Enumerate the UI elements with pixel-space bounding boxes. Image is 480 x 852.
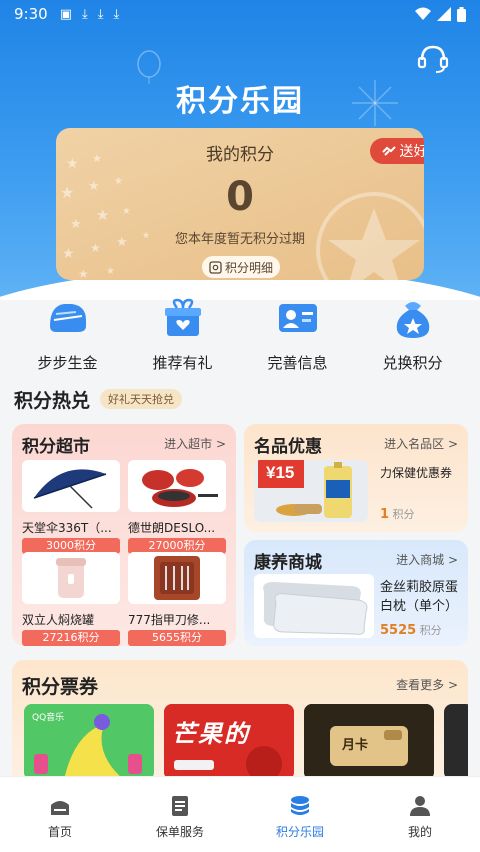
id-card-icon (278, 304, 317, 332)
health-points-value: 5525 (380, 623, 417, 638)
sneaker-icon (49, 304, 86, 332)
points-card: ★ ★ ★ ★ ★ ★ ★ ★ ★ ★ ★ ★ ★ ★ 我的积分 0 您本年度暂无积分过期 积… (56, 128, 424, 280)
supermarket-panel: 积分超市 进入超市 > 天堂伞336T（... 3000积分 德世朗DESLO.… (12, 424, 236, 646)
svg-text:★: ★ (78, 267, 89, 280)
ticket-promo-text: 芒果的 (172, 720, 250, 748)
bottom-tab-bar: 首页 保单服务 积分乐园 我的 (0, 776, 480, 852)
product-card[interactable]: 德世朗DESLO... 27000积分 (128, 460, 226, 554)
tab-label: 积分乐园 (275, 825, 324, 839)
brand-points-value: 1 (380, 507, 390, 522)
enter-mall-link[interactable]: 进入商城 > (396, 551, 458, 568)
points-detail-button[interactable]: 积分明细 (202, 256, 280, 278)
tab-label: 我的 (407, 825, 432, 839)
brand-item-name: 力保健优惠券 (380, 466, 453, 480)
ticket-panel: 积分票券 查看更多 > QQ音乐 芒果的 月卡 (12, 660, 468, 790)
tab-policy-service[interactable]: 保单服务 (120, 777, 240, 852)
user-icon (410, 796, 430, 816)
brand-item-points: 1 积分 (380, 506, 415, 522)
tab-mine[interactable]: 我的 (360, 777, 480, 852)
ticket-brand-label: QQ音乐 (32, 713, 65, 723)
tab-home[interactable]: 首页 (0, 777, 120, 852)
health-item-name: 金丝莉胶原蛋白枕（单个） (380, 580, 459, 614)
ticket-card-qqmusic[interactable]: QQ音乐 (24, 704, 154, 780)
quick-action-profile[interactable]: 完善信息 (248, 296, 348, 376)
vip-card-artwork (304, 704, 434, 780)
wifi-icon (415, 7, 431, 20)
health-title: 康养商城 (254, 553, 322, 573)
ticket-title: 积分票券 (22, 676, 99, 698)
handshake-icon (381, 146, 396, 156)
tab-points-park[interactable]: 积分乐园 (240, 777, 360, 852)
quick-action-exchange[interactable]: 兑换积分 (363, 296, 463, 376)
ticket-card-monthly[interactable]: 月卡 (304, 704, 434, 780)
enter-supermarket-link[interactable]: 进入超市 > (164, 435, 226, 452)
tab-label: 首页 (47, 825, 72, 839)
quick-action-label: 完善信息 (267, 354, 328, 372)
product-name: 德世朗DESLO... (128, 521, 216, 535)
quick-action-label: 兑换积分 (382, 354, 443, 372)
pillow-image (254, 574, 374, 638)
product-points: 5655积分 (128, 630, 226, 646)
health-points-unit: 积分 (419, 624, 442, 637)
quick-actions: 步步生金 推荐有礼 完善信息 兑换积分 (0, 296, 480, 376)
product-name: 天堂伞336T（... (22, 521, 112, 535)
send-friend-label: 送好友 (399, 144, 425, 160)
gift-icon (164, 298, 201, 336)
document-icon (172, 796, 188, 816)
download-icon: ⤓ (97, 6, 104, 22)
money-bag-icon (396, 302, 429, 338)
coin-stack-icon (291, 796, 309, 815)
cookware-image (128, 460, 226, 512)
product-card[interactable]: 双立人焖烧罐 27216积分 (22, 552, 120, 646)
home-icon (51, 801, 69, 815)
quick-action-label: 推荐有礼 (152, 354, 213, 372)
points-detail-label: 积分明细 (224, 260, 273, 275)
status-bar: 9:30 ▣ ⤓ ⤓ ⤓ (0, 0, 480, 28)
quick-action-referral[interactable]: 推荐有礼 (133, 296, 233, 376)
page-title: 积分乐园 (176, 84, 304, 119)
status-time: 9:30 (14, 5, 48, 23)
nail-kit-image (128, 552, 226, 604)
points-card-title: 我的积分 (206, 145, 274, 165)
quick-action-label: 步步生金 (37, 354, 98, 372)
health-mall-panel[interactable]: 康养商城 进入商城 > 金丝莉胶原蛋白枕（单个） 5525 积分 (244, 540, 468, 646)
brand-panel[interactable]: 名品优惠 进入名品区 > ¥15 力保健优惠券 1 积分 (244, 424, 468, 532)
hot-section-tag: 好礼天天抢兑 (100, 389, 182, 409)
view-more-link[interactable]: 查看更多 > (396, 676, 458, 693)
brand-title: 名品优惠 (254, 437, 322, 457)
coupon-badge: ¥15 (266, 463, 295, 482)
download-icon: ⤓ (81, 6, 88, 22)
ticket-card-mango[interactable]: 芒果的 (164, 704, 294, 780)
notification-icons: ▣ ⤓ ⤓ ⤓ (60, 7, 120, 22)
signal-icon (437, 7, 451, 21)
points-value: 0 (226, 174, 254, 220)
image-notification-icon: ▣ (59, 6, 72, 22)
svg-text:★: ★ (106, 266, 115, 277)
send-friend-button[interactable]: 送好友 (370, 138, 424, 164)
supermarket-title: 积分超市 (22, 437, 90, 457)
quick-action-steps[interactable]: 步步生金 (18, 296, 118, 376)
customer-service-icon[interactable] (416, 42, 450, 76)
brand-points-unit: 积分 (392, 508, 415, 521)
product-card[interactable]: 天堂伞336T（... 3000积分 (22, 460, 120, 554)
expiry-note: 您本年度暂无积分过期 (174, 232, 305, 247)
download-icon: ⤓ (113, 6, 120, 22)
svg-text:★: ★ (62, 246, 75, 262)
battery-icon (457, 6, 466, 22)
product-name: 双立人焖烧罐 (22, 613, 95, 627)
health-item-points: 5525 积分 (380, 622, 442, 638)
receipt-icon (209, 260, 222, 274)
product-points: 27216积分 (22, 630, 120, 646)
product-card[interactable]: 777指甲刀修... 5655积分 (128, 552, 226, 646)
food-jar-image (22, 552, 120, 604)
product-name: 777指甲刀修... (128, 613, 211, 627)
enter-brand-link[interactable]: 进入名品区 > (384, 435, 458, 452)
ticket-card-partial[interactable] (444, 704, 468, 780)
ticket-card-label: 月卡 (342, 738, 369, 753)
umbrella-image (22, 460, 120, 512)
tab-label: 保单服务 (155, 825, 204, 839)
hot-section-title: 积分热兑 (14, 390, 91, 412)
brand-product-image: ¥15 (254, 460, 368, 522)
